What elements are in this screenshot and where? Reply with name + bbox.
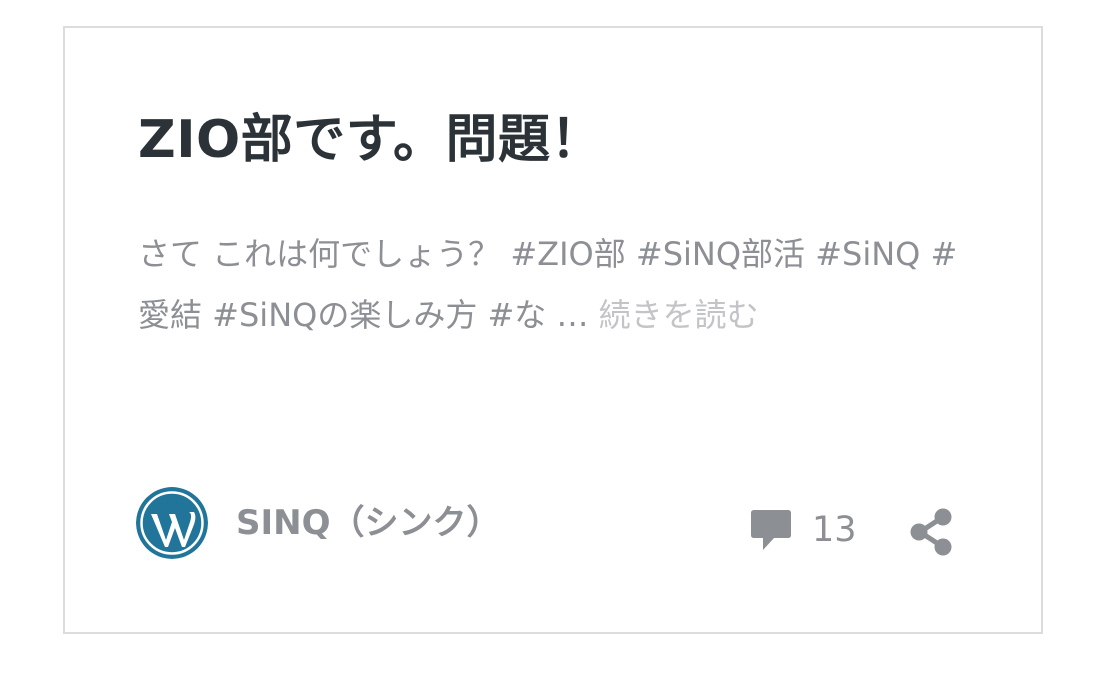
comment-bubble-icon (751, 510, 791, 550)
post-card: ZIO部です。問題！ さて これは何でしょう？ #ZIO部 #SiNQ部活 #S… (63, 26, 1043, 634)
comment-count: 13 (812, 510, 857, 550)
author-name[interactable]: SINQ（シンク） (236, 501, 501, 545)
wordpress-logo-icon (136, 487, 208, 559)
post-excerpt-text: さて これは何でしょう？ #ZIO部 #SiNQ部活 #SiNQ #愛結 #Si… (138, 235, 958, 334)
author-avatar[interactable] (136, 487, 208, 559)
post-title[interactable]: ZIO部です。問題！ (138, 108, 603, 172)
post-footer: SINQ（シンク） 13 (136, 485, 966, 561)
read-more-link[interactable]: 続きを読む (599, 296, 759, 334)
post-excerpt: さて これは何でしょう？ #ZIO部 #SiNQ部活 #SiNQ #愛結 #Si… (138, 224, 968, 346)
share-button[interactable] (908, 507, 956, 557)
comments-link[interactable]: 13 (750, 505, 857, 555)
share-icon (910, 508, 952, 556)
